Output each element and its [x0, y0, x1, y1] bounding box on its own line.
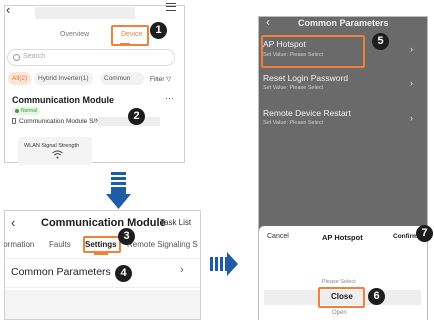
wlan-signal-label: WLAN Signal Strength [24, 143, 80, 149]
device-title[interactable]: Communication Module [12, 95, 114, 105]
page-title: Common Parameters [298, 18, 389, 28]
menu-icon[interactable] [166, 3, 176, 11]
reset-login-password-value: Set Value: Please Select [263, 85, 324, 91]
back-icon[interactable]: ‹ [266, 15, 270, 29]
option-please-select[interactable]: Please Select [322, 279, 356, 285]
title-placeholder-bar [35, 7, 135, 19]
callout-badge-6: 6 [368, 288, 385, 305]
tab-overview[interactable]: Overview [60, 31, 89, 38]
callout-badge-3: 3 [118, 228, 135, 245]
page-title: Communication Module [41, 217, 166, 229]
confirm-button[interactable]: Confirm [393, 233, 418, 240]
tab-faults[interactable]: Faults [49, 240, 71, 249]
status-dot-icon [15, 109, 19, 113]
reset-login-password-title[interactable]: Reset Login Password [263, 73, 348, 83]
task-list-link[interactable]: Task List [160, 218, 191, 227]
chip-communication[interactable]: Commun [100, 72, 144, 85]
filter-label: Filter [150, 76, 165, 83]
filter-icon: ▽ [166, 76, 172, 83]
chip-hybrid-inverter[interactable]: Hybrid Inverter(1) [34, 72, 93, 85]
highlight-ap-hotspot [261, 35, 365, 68]
chevron-right-icon: › [180, 264, 184, 276]
picker-title: AP Hotspot [322, 233, 363, 242]
callout-badge-2: 2 [128, 108, 145, 125]
down-arrow-icon [106, 172, 131, 209]
option-open[interactable]: Open [332, 310, 347, 316]
remote-device-restart-value: Set Value: Please Select [263, 120, 324, 126]
highlight-close-option [318, 287, 365, 308]
status-text: Normal [21, 108, 38, 114]
callout-badge-4: 4 [115, 265, 132, 282]
back-icon[interactable]: ‹ [11, 215, 15, 230]
device-icon [12, 118, 16, 125]
active-tab-indicator [94, 253, 108, 255]
highlight-device-tab [111, 25, 149, 46]
search-placeholder: Search [23, 53, 46, 60]
more-icon[interactable]: ··· [165, 93, 174, 103]
serial-number: Communication Module S/N: A2 [12, 118, 111, 125]
chevron-right-icon: › [410, 44, 413, 54]
status-badge: Normal [12, 107, 41, 115]
callout-badge-7: 7 [416, 225, 433, 242]
chevron-right-icon: › [410, 78, 413, 88]
cancel-button[interactable]: Cancel [267, 233, 289, 240]
tab-information[interactable]: formation [4, 240, 34, 249]
back-icon[interactable]: ‹ [6, 2, 10, 17]
remote-device-restart-title[interactable]: Remote Device Restart [263, 108, 351, 118]
wifi-icon [52, 150, 63, 161]
search-icon [13, 54, 20, 61]
callout-badge-5: 5 [372, 33, 389, 50]
chip-all[interactable]: All(2) [8, 72, 32, 85]
tab-remote-signaling[interactable]: Remote Signaling S [127, 240, 198, 249]
highlight-settings-tab [83, 236, 121, 253]
callout-badge-1: 1 [150, 22, 167, 39]
empty-area [5, 290, 200, 319]
right-arrow-icon [210, 252, 238, 276]
common-parameters-label: Common Parameters [11, 266, 111, 278]
chevron-right-icon: › [410, 113, 413, 123]
filter-button[interactable]: Filter ▽ [150, 75, 171, 83]
